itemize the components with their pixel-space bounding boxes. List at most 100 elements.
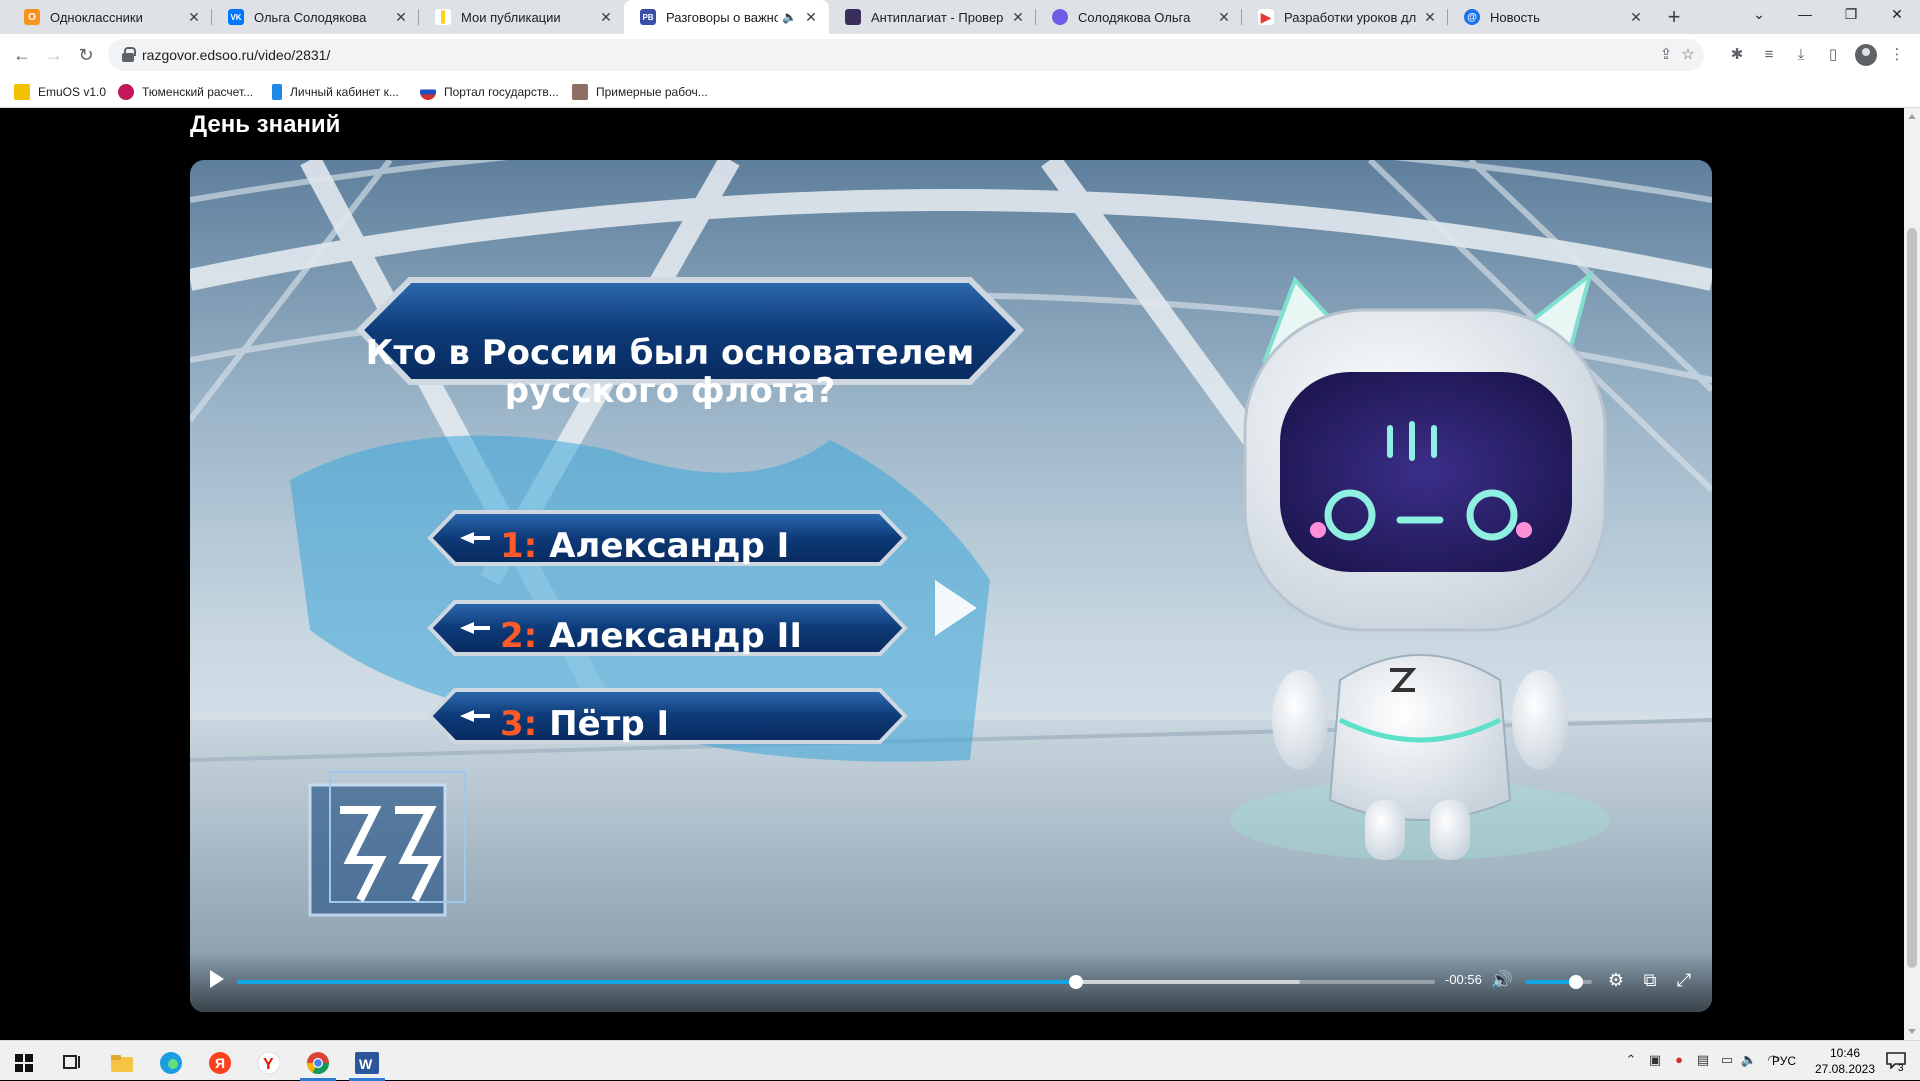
close-icon[interactable]: ✕ <box>1422 9 1438 25</box>
tab-strip: О Одноклассники ✕ VK Ольга Солодякова ✕ … <box>0 0 1920 34</box>
tab-lesson-plans[interactable]: ▶ Разработки уроков для у ✕ <box>1242 0 1448 34</box>
answer-option-2: 2: Александр II <box>430 610 890 660</box>
speaker-icon[interactable]: 🔈 <box>782 10 797 24</box>
close-icon[interactable]: ✕ <box>393 9 409 25</box>
close-window-button[interactable]: ✕ <box>1874 0 1920 30</box>
address-bar[interactable]: razgovor.edsoo.ru/video/2831/ ⇪ ☆ <box>108 39 1704 71</box>
settings-gear-icon[interactable]: ⚙ <box>1604 968 1628 992</box>
bookmark-tyumen[interactable]: Тюменский расчет... <box>118 84 253 100</box>
bookmark-programs[interactable]: Примерные рабоч... <box>572 84 708 100</box>
tab-search-chevron-icon[interactable]: ⌄ <box>1736 0 1782 30</box>
tab-vk[interactable]: VK Ольга Солодякова ✕ <box>212 0 419 34</box>
bookmark-label: Портал государств... <box>444 85 559 99</box>
time-remaining: -00:56 <box>1445 972 1482 987</box>
scroll-thumb[interactable] <box>1907 228 1917 968</box>
download-icon[interactable]: ⤓ <box>1790 44 1812 66</box>
yandex-icon[interactable]: Я <box>196 1045 244 1081</box>
tyumen-icon <box>118 84 134 100</box>
tab-title: Разработки уроков для у <box>1284 9 1416 25</box>
programs-icon <box>572 84 588 100</box>
tab-title: Ольга Солодякова <box>254 9 367 25</box>
played-bar <box>237 980 1076 984</box>
forward-arrow-icon[interactable]: → <box>40 41 68 69</box>
progress-handle[interactable] <box>1068 975 1083 989</box>
cube-logo-icon <box>308 771 466 917</box>
keyboard-language[interactable]: РУС <box>1772 1054 1796 1068</box>
tray-network-monitor-icon[interactable]: ▤ <box>1694 1051 1712 1069</box>
scroll-up-icon[interactable] <box>1908 114 1916 119</box>
answer-text: Александр I <box>549 526 790 566</box>
close-icon[interactable]: ✕ <box>186 9 202 25</box>
answer-option-3: 3: Пётр I <box>430 698 890 748</box>
volume-slider[interactable] <box>1526 975 1592 989</box>
answer-text: Александр II <box>549 616 802 656</box>
tray-device-icon[interactable]: ▣ <box>1646 1051 1664 1069</box>
bookmark-emuos[interactable]: EmuOS v1.0 <box>14 84 106 100</box>
bookmark-cabinet[interactable]: Личный кабинет к... <box>272 84 399 100</box>
file-explorer-icon[interactable] <box>98 1045 146 1081</box>
close-icon[interactable]: ✕ <box>803 9 819 25</box>
task-view-icon[interactable] <box>48 1045 96 1081</box>
close-icon[interactable]: ✕ <box>1628 9 1644 25</box>
close-icon[interactable]: ✕ <box>1010 9 1026 25</box>
tab-title: Новость <box>1490 9 1540 25</box>
bookmark-star-icon[interactable]: ☆ <box>1678 45 1698 65</box>
close-icon[interactable]: ✕ <box>1216 9 1232 25</box>
url-text[interactable]: razgovor.edsoo.ru/video/2831/ <box>142 47 330 63</box>
tab-solodyakova[interactable]: Солодякова Ольга ✕ <box>1036 0 1242 34</box>
yandex-browser-icon[interactable]: Y <box>245 1045 293 1081</box>
bookmark-gosuslugi[interactable]: Портал государств... <box>420 84 559 100</box>
tray-battery-icon[interactable]: ▭ <box>1718 1051 1736 1069</box>
chrome-icon[interactable] <box>294 1045 342 1081</box>
edge-browser-icon[interactable] <box>147 1045 195 1081</box>
answer-number: 2: <box>500 616 538 656</box>
lock-icon[interactable] <box>122 47 136 62</box>
volume-icon[interactable]: 🔊 <box>1490 968 1514 992</box>
new-tab-button[interactable]: + <box>1660 4 1688 30</box>
back-arrow-icon[interactable]: ← <box>8 41 36 69</box>
tray-volume-icon[interactable]: 🔈 <box>1740 1051 1758 1069</box>
tab-news[interactable]: @ Новость ✕ <box>1448 0 1654 34</box>
svg-text:W: W <box>359 1056 373 1072</box>
bookmark-label: Личный кабинет к... <box>290 85 399 99</box>
razgovory-icon: РВ <box>640 9 656 25</box>
close-icon[interactable]: ✕ <box>598 9 614 25</box>
tab-title: Одноклассники <box>50 9 143 25</box>
answer-number: 3: <box>500 704 538 744</box>
media-queue-icon[interactable]: ≡ <box>1758 44 1780 66</box>
extensions-puzzle-icon[interactable]: ✱ <box>1726 44 1748 66</box>
play-icon[interactable] <box>210 970 224 988</box>
menu-dots-icon[interactable]: ⋮ <box>1886 44 1908 66</box>
progress-bar[interactable] <box>237 975 1435 989</box>
page-scrollbar[interactable] <box>1904 108 1920 1040</box>
tray-chevron-up-icon[interactable]: ⌃ <box>1622 1051 1640 1069</box>
tray-antivirus-icon[interactable]: ● <box>1670 1051 1688 1069</box>
cabinet-icon <box>272 84 282 100</box>
restore-button[interactable]: ❐ <box>1828 0 1874 30</box>
tab-razgovory[interactable]: РВ Разговоры о важном 🔈 ✕ <box>624 0 829 34</box>
windows-start-icon[interactable] <box>0 1045 48 1081</box>
big-play-icon[interactable] <box>935 580 977 636</box>
word-icon[interactable]: W <box>343 1045 391 1081</box>
mail-at-icon: @ <box>1464 9 1480 25</box>
video-player[interactable]: Кто в России был основателем русского фл… <box>190 160 1712 1012</box>
share-icon[interactable]: ⇪ <box>1656 45 1676 65</box>
lesson-plans-icon: ▶ <box>1258 9 1274 25</box>
tab-odnoklassniki[interactable]: О Одноклассники ✕ <box>8 0 212 34</box>
popout-icon[interactable]: ⧉ <box>1638 968 1662 992</box>
reload-icon[interactable]: ↻ <box>72 41 100 69</box>
clock-time[interactable]: 10:46 <box>1820 1046 1870 1060</box>
profile-avatar[interactable] <box>1855 44 1877 66</box>
fullscreen-icon[interactable]: ⤢ <box>1672 968 1696 992</box>
tab-publications[interactable]: Мои публикации ✕ <box>419 0 624 34</box>
notifications-icon[interactable] <box>1884 1051 1908 1070</box>
volume-handle[interactable] <box>1568 975 1583 989</box>
tab-antiplagiat[interactable]: Антиплагиат - Проверить ✕ <box>829 0 1036 34</box>
russia-flag-icon <box>420 84 436 100</box>
scroll-down-icon[interactable] <box>1908 1029 1916 1034</box>
question-text: Кто в России был основателем русского фл… <box>365 333 975 411</box>
side-panel-icon[interactable]: ▯ <box>1822 44 1844 66</box>
clock-date[interactable]: 27.08.2023 <box>1810 1062 1880 1076</box>
tab-title: Разговоры о важном <box>666 9 779 25</box>
minimize-button[interactable]: — <box>1782 0 1828 30</box>
